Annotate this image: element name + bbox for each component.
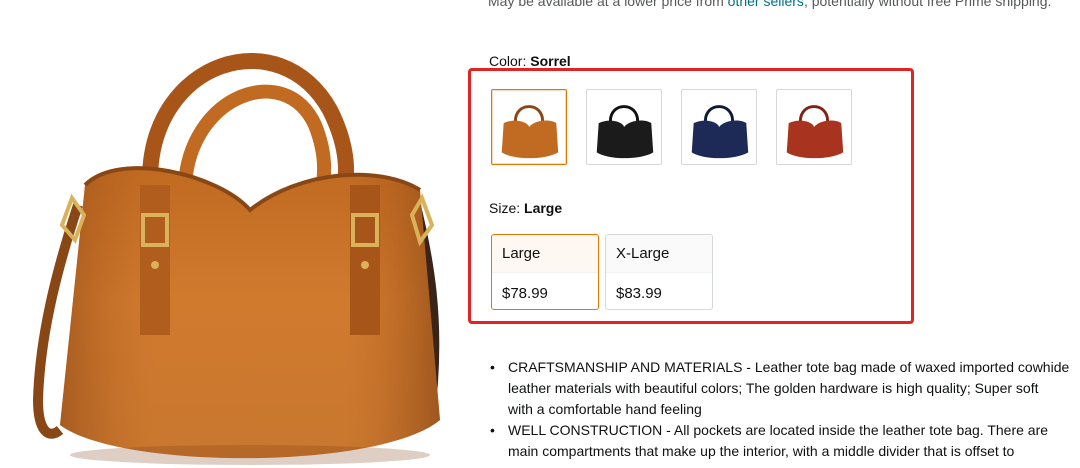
navy-bag-thumbnail [691,105,749,159]
feature-bullet-line: WELL CONSTRUCTION - All pockets are loca… [508,422,1049,438]
feature-bullet-line: CRAFTSMANSHIP AND MATERIALS - Leather to… [508,359,1070,375]
color-selected-value: Sorrel [530,53,571,69]
size-option-large[interactable]: Large $78.99 [491,234,599,310]
size-option-price: $78.99 [502,285,548,302]
feature-bullet: CRAFTSMANSHIP AND MATERIALS - Leather to… [490,357,1080,420]
size-option-name: Large [502,245,541,262]
color-swatch-black[interactable] [586,89,662,165]
lower-price-note: May be available at a lower price from o… [488,0,1051,9]
feature-bullet-line: main compartments that make up the inter… [508,443,1015,459]
feature-bullets: CRAFTSMANSHIP AND MATERIALS - Leather to… [490,357,1080,462]
size-option-name: X-Large [616,245,670,262]
size-selected-value: Large [524,200,563,216]
sorrel-bag-thumbnail [501,105,559,159]
feature-bullet-line: with a comfortable hand feeling [508,401,702,417]
color-label: Color: Sorrel [489,53,571,69]
color-label-prefix: Color: [489,53,531,69]
color-swatch-sorrel[interactable] [491,89,567,165]
size-label-prefix: Size: [489,200,525,216]
size-option-divider [606,272,712,273]
feature-bullet: WELL CONSTRUCTION - All pockets are loca… [490,420,1080,462]
feature-bullet-line: leather materials with beautiful colors;… [508,380,1039,396]
color-swatch-red[interactable] [776,89,852,165]
size-option-price: $83.99 [616,285,662,302]
product-main-image[interactable] [0,0,460,468]
lower-price-prefix: May be available at a lower price from [488,0,728,9]
color-swatch-navy[interactable] [681,89,757,165]
lower-price-suffix: , potentially without free Prime shippin… [803,0,1052,9]
other-sellers-link[interactable]: other sellers [728,0,804,9]
size-option-x-large[interactable]: X-Large $83.99 [605,234,713,310]
handbag-image [32,52,440,465]
size-label: Size: Large [489,200,562,216]
size-option-divider [492,272,598,273]
red-bag-thumbnail [786,105,844,159]
black-bag-thumbnail [596,105,654,159]
